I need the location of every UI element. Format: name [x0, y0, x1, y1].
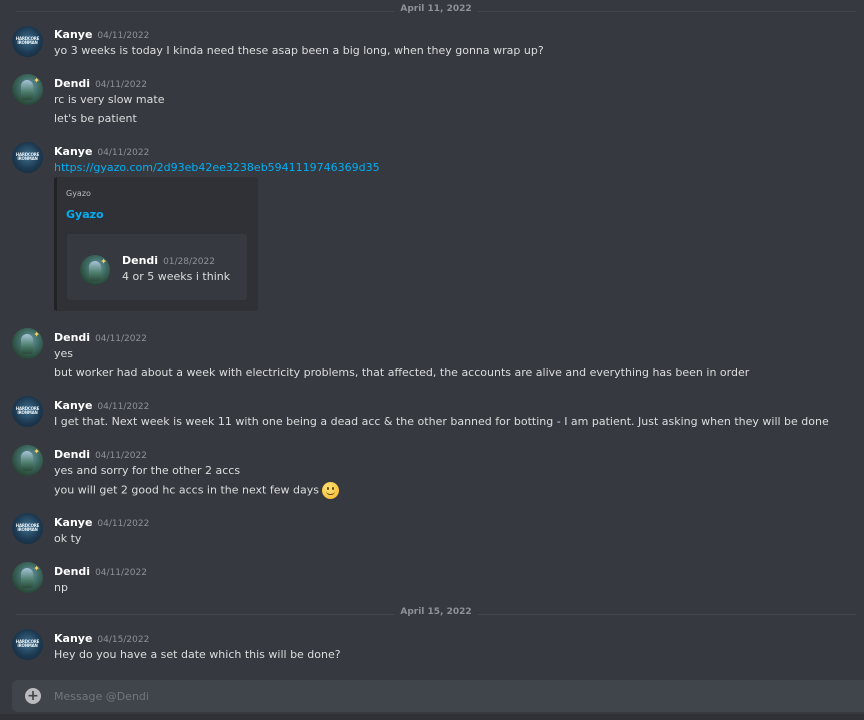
avatar-figure	[21, 334, 33, 354]
date-divider: April 15, 2022	[16, 607, 856, 617]
message-text: but worker had about a week with electri…	[54, 366, 750, 379]
avatar-figure	[21, 451, 33, 471]
message-text: let's be patient	[54, 112, 137, 125]
timestamp: 04/11/2022	[97, 148, 150, 158]
timestamp: 04/11/2022	[95, 451, 147, 461]
author-name[interactable]: Kanye	[54, 632, 92, 645]
author-name[interactable]: Kanye	[54, 28, 92, 41]
star-icon: ✦	[100, 257, 107, 266]
add-attachment-button[interactable]: +	[25, 688, 41, 704]
avatar[interactable]: HARDCORE IRONMAN	[12, 26, 43, 57]
avatar[interactable]: ✦	[12, 328, 43, 359]
author-name[interactable]: Dendi	[54, 77, 90, 90]
avatar-text: HARDCORE IRONMAN	[15, 36, 40, 45]
embed-provider: Gyazo	[66, 189, 91, 198]
slightly-smiling-face-emoji-icon[interactable]	[321, 482, 339, 499]
message-text: yes and sorry for the other 2 accs	[54, 464, 241, 477]
date-divider-label: April 15, 2022	[394, 607, 478, 617]
timestamp: 04/11/2022	[95, 568, 147, 578]
message-link[interactable]: https://gyazo.com/2d93eb42ee3238eb594111…	[54, 161, 380, 174]
date-divider: April 11, 2022	[16, 4, 856, 14]
embed-image[interactable]: ✦ Dendi 01/28/2022 4 or 5 weeks i think	[67, 234, 247, 300]
timestamp: 04/11/2022	[97, 402, 150, 412]
message-text: Hey do you have a set date which this wi…	[54, 648, 341, 661]
message-text: ok ty	[54, 532, 82, 545]
message-text: yes	[54, 347, 74, 360]
message-input[interactable]	[54, 687, 654, 705]
timestamp: 04/15/2022	[97, 635, 150, 645]
star-icon: ✦	[33, 330, 40, 339]
avatar-text: HARDCORE IRONMAN	[15, 523, 40, 532]
message-text: rc is very slow mate	[54, 93, 165, 106]
author-name[interactable]: Dendi	[54, 565, 90, 578]
avatar-text: HARDCORE IRONMAN	[15, 639, 40, 648]
quoted-timestamp: 01/28/2022	[163, 257, 215, 267]
author-name[interactable]: Kanye	[54, 399, 92, 412]
avatar-text: HARDCORE IRONMAN	[15, 406, 40, 415]
avatar[interactable]: HARDCORE IRONMAN	[12, 142, 43, 173]
link-embed: Gyazo Gyazo ✦ Dendi 01/28/2022 4 or 5 wee…	[54, 177, 258, 311]
avatar[interactable]: HARDCORE IRONMAN	[12, 629, 43, 660]
author-name[interactable]: Dendi	[54, 331, 90, 344]
quoted-author: Dendi	[122, 254, 159, 267]
quoted-text: 4 or 5 weeks i think	[122, 270, 231, 283]
avatar[interactable]: ✦	[12, 74, 43, 105]
timestamp: 04/11/2022	[97, 31, 150, 41]
avatar[interactable]: HARDCORE IRONMAN	[12, 396, 43, 427]
timestamp: 04/11/2022	[95, 80, 147, 90]
star-icon: ✦	[33, 447, 40, 456]
bottom-strip	[0, 714, 864, 720]
avatar-figure	[89, 261, 101, 281]
avatar: ✦	[80, 255, 110, 285]
message-text: yo 3 weeks is today I kinda need these a…	[54, 44, 544, 57]
star-icon: ✦	[33, 564, 40, 573]
timestamp: 04/11/2022	[95, 334, 147, 344]
message-composer: +	[12, 680, 864, 712]
avatar[interactable]: HARDCORE IRONMAN	[12, 513, 43, 544]
embed-title[interactable]: Gyazo	[66, 208, 104, 221]
avatar-figure	[21, 568, 33, 588]
star-icon: ✦	[33, 76, 40, 85]
avatar[interactable]: ✦	[12, 562, 43, 593]
date-divider-label: April 11, 2022	[394, 4, 478, 14]
avatar-figure	[21, 80, 33, 100]
author-name[interactable]: Kanye	[54, 516, 92, 529]
timestamp: 04/11/2022	[97, 519, 150, 529]
author-name[interactable]: Kanye	[54, 145, 92, 158]
message-text: you will get 2 good hc accs in the next …	[54, 483, 319, 497]
avatar-text: HARDCORE IRONMAN	[15, 152, 40, 161]
message-text: np	[54, 581, 68, 594]
plus-icon: +	[27, 688, 39, 704]
avatar[interactable]: ✦	[12, 445, 43, 476]
author-name[interactable]: Dendi	[54, 448, 90, 461]
message-text: I get that. Next week is week 11 with on…	[54, 415, 829, 428]
